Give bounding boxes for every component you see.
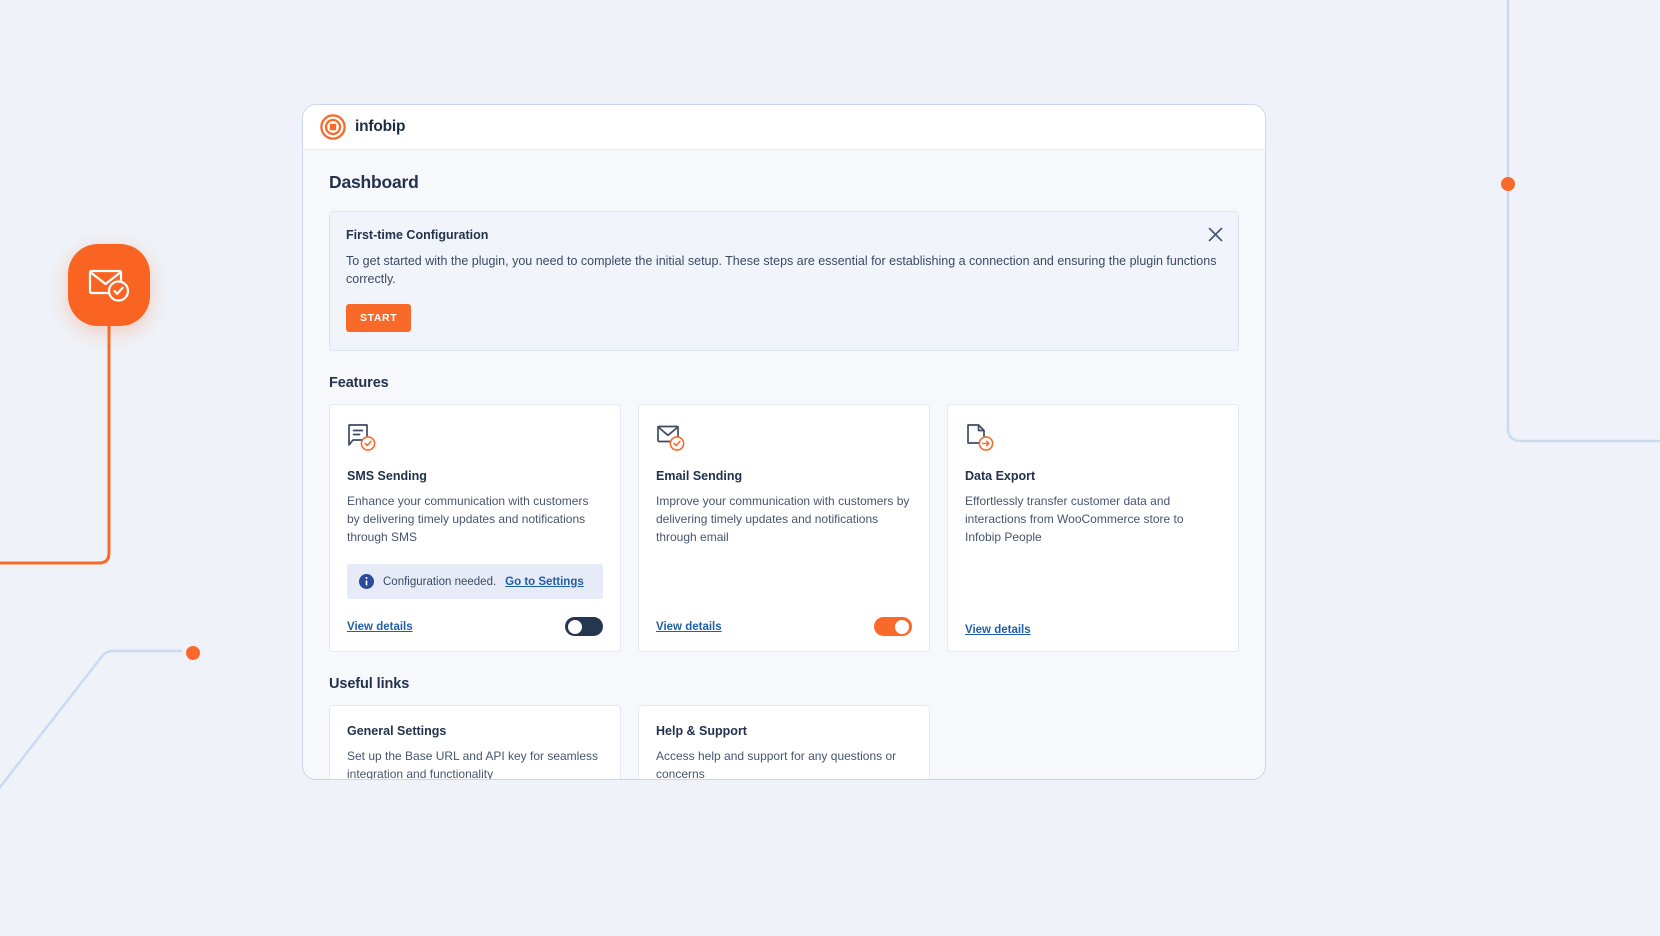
feature-card-email-sending: Email Sending Improve your communication… xyxy=(638,404,930,652)
feature-cards-row: SMS Sending Enhance your communication w… xyxy=(329,404,1239,652)
card-title: Data Export xyxy=(965,469,1221,483)
panel-body: Dashboard First-time Configuration To ge… xyxy=(303,150,1265,779)
card-footer: View details xyxy=(347,599,603,636)
banner-text: To get started with the plugin, you need… xyxy=(346,252,1220,288)
useful-links-empty-slot xyxy=(947,705,1239,779)
envelope-check-badge xyxy=(68,244,150,326)
view-details-link-sms[interactable]: View details xyxy=(347,621,413,633)
configuration-notice: Configuration needed. Go to Settings xyxy=(347,564,603,599)
toggle-knob xyxy=(568,620,582,634)
card-description: Effortlessly transfer customer data and … xyxy=(965,492,1221,546)
link-card-title: General Settings xyxy=(347,724,603,738)
feature-card-sms-sending: SMS Sending Enhance your communication w… xyxy=(329,404,621,652)
card-title: SMS Sending xyxy=(347,469,603,483)
page-title: Dashboard xyxy=(329,172,1239,193)
features-section-title: Features xyxy=(329,375,1239,391)
view-details-link-email[interactable]: View details xyxy=(656,621,722,633)
brand-name: infobip xyxy=(355,118,405,136)
useful-link-card-help-support: Help & Support Access help and support f… xyxy=(638,705,930,779)
orange-elbow-line xyxy=(0,326,109,563)
email-check-icon xyxy=(656,423,686,453)
first-time-configuration-banner: First-time Configuration To get started … xyxy=(329,211,1239,351)
card-description: Enhance your communication with customer… xyxy=(347,492,603,546)
sms-check-icon xyxy=(347,423,377,453)
card-footer: View details xyxy=(656,599,912,636)
useful-link-card-general-settings: General Settings Set up the Base URL and… xyxy=(329,705,621,779)
go-to-settings-link[interactable]: Go to Settings xyxy=(505,576,584,588)
card-icon-wrap xyxy=(656,423,912,453)
brand: infobip xyxy=(320,114,405,140)
link-card-description: Set up the Base URL and API key for seam… xyxy=(347,747,603,779)
banner-title: First-time Configuration xyxy=(346,228,1220,242)
app-window: infobip Dashboard First-time Configurati… xyxy=(302,104,1266,780)
useful-links-section-title: Useful links xyxy=(329,676,1239,692)
orange-dot-right xyxy=(1501,177,1515,191)
card-title: Email Sending xyxy=(656,469,912,483)
orange-dot-left xyxy=(186,646,200,660)
card-icon-wrap xyxy=(965,423,1221,453)
feature-card-data-export: Data Export Effortlessly transfer custom… xyxy=(947,404,1239,652)
banner-close-button[interactable] xyxy=(1205,224,1225,244)
notice-text: Configuration needed. xyxy=(383,576,496,588)
view-details-link-data-export[interactable]: View details xyxy=(965,624,1031,636)
toggle-knob xyxy=(895,620,909,634)
useful-links-row: General Settings Set up the Base URL and… xyxy=(329,705,1239,779)
envelope-check-icon xyxy=(87,266,131,304)
card-icon-wrap xyxy=(347,423,603,453)
link-card-title: Help & Support xyxy=(656,724,912,738)
document-export-icon xyxy=(965,423,995,453)
blue-vertical-line xyxy=(1508,0,1660,441)
infobip-target-logo-icon xyxy=(320,114,346,140)
toggle-email-sending[interactable] xyxy=(874,617,912,636)
close-icon xyxy=(1208,227,1223,242)
card-description: Improve your communication with customer… xyxy=(656,492,912,546)
card-footer: View details xyxy=(965,606,1221,636)
toggle-sms-sending[interactable] xyxy=(565,617,603,636)
start-button[interactable]: START xyxy=(346,304,411,332)
info-icon xyxy=(359,574,374,589)
link-card-description: Access help and support for any question… xyxy=(656,747,912,779)
app-topbar: infobip xyxy=(303,105,1265,150)
blue-diagonal-line xyxy=(0,651,182,800)
